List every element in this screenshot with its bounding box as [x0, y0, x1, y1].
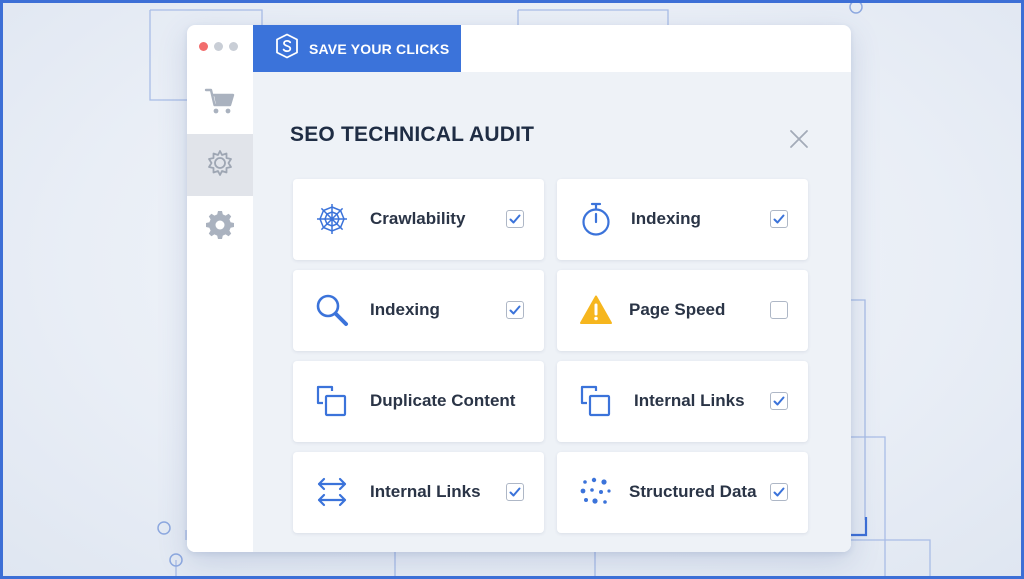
minimize-dot[interactable]: [214, 42, 223, 51]
audit-label: Internal Links: [370, 482, 481, 501]
audit-label: Internal Links: [634, 391, 745, 410]
audit-label: Crawlability: [370, 209, 466, 228]
panel-title: SEO TECHNICAL AUDIT: [290, 123, 535, 146]
arrows-horizontal-icon: [314, 474, 350, 510]
audit-window: SAVE YOUR CLICKS SEO TECHNICAL AUDIT Cra…: [187, 25, 851, 552]
audit-card-crawlability[interactable]: Crawlability: [293, 179, 544, 260]
brand-label: SAVE YOUR CLICKS: [309, 40, 450, 57]
audit-card-structured-data[interactable]: Structured Data: [557, 452, 808, 533]
sidebar-item-cart[interactable]: [187, 72, 253, 134]
audit-label: Page Speed: [629, 300, 726, 319]
audit-checkbox[interactable]: [770, 301, 788, 319]
s-shield-logo-icon: [275, 33, 299, 64]
checkmark-icon: [773, 487, 785, 497]
audit-card-internal-links-duplicate[interactable]: Internal Links: [557, 361, 808, 442]
audit-card-internal-links-arrows[interactable]: Internal Links: [293, 452, 544, 533]
audit-checkbox[interactable]: [506, 483, 524, 501]
close-icon: [788, 130, 810, 154]
stopwatch-icon: [578, 201, 614, 237]
cart-icon: [204, 86, 236, 121]
checkmark-icon: [509, 487, 521, 497]
window-controls: [199, 42, 238, 51]
dots-grid-icon: [578, 474, 614, 510]
duplicate-icon: [314, 383, 350, 419]
spider-web-icon: [314, 201, 350, 237]
audit-label: Indexing: [370, 300, 440, 319]
cog-icon: [205, 210, 235, 245]
audit-checkbox[interactable]: [506, 210, 524, 228]
close-button[interactable]: [788, 128, 810, 150]
audit-panel: SEO TECHNICAL AUDIT Crawlability Indexin…: [253, 72, 851, 552]
audit-checkbox[interactable]: [506, 301, 524, 319]
maximize-dot[interactable]: [229, 42, 238, 51]
audit-checkbox[interactable]: [770, 392, 788, 410]
magnifier-icon: [314, 292, 350, 328]
audit-card-indexing-search[interactable]: Indexing: [293, 270, 544, 351]
audit-checkbox[interactable]: [770, 483, 788, 501]
audit-card-duplicate-content[interactable]: Duplicate Content: [293, 361, 544, 442]
close-dot[interactable]: [199, 42, 208, 51]
audit-card-page-speed[interactable]: Page Speed: [557, 270, 808, 351]
brand-tab[interactable]: SAVE YOUR CLICKS: [253, 25, 461, 72]
audit-card-indexing-timer[interactable]: Indexing: [557, 179, 808, 260]
checkmark-icon: [773, 396, 785, 406]
checkmark-icon: [773, 214, 785, 224]
duplicate-icon: [578, 383, 614, 419]
sidebar-item-settings-cog[interactable]: [187, 196, 253, 258]
checkmark-icon: [509, 214, 521, 224]
gear-icon: [204, 147, 236, 184]
checkmark-icon: [509, 305, 521, 315]
audit-checkbox[interactable]: [770, 210, 788, 228]
sidebar: [187, 72, 253, 552]
warning-icon: [578, 292, 614, 328]
audit-label: Duplicate Content: [370, 391, 516, 410]
audit-label: Structured Data: [629, 482, 757, 501]
audit-label: Indexing: [631, 209, 701, 228]
sidebar-item-settings-gear[interactable]: [187, 134, 253, 196]
